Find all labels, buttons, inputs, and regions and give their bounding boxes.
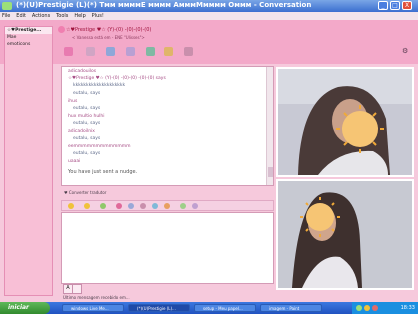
sidebar-item-emoticons[interactable]: emoticons	[5, 41, 52, 48]
message-compose-input[interactable]	[61, 212, 274, 284]
ink-icon[interactable]	[164, 203, 170, 209]
taskbar-item[interactable]: imagem - Paint	[260, 304, 322, 312]
tray-icon[interactable]	[364, 305, 370, 311]
minimize-button[interactable]: _	[378, 1, 388, 10]
font-icon[interactable]	[140, 203, 146, 209]
nudge-icon[interactable]	[116, 203, 122, 209]
emoticon-icon[interactable]	[68, 203, 74, 209]
log-line: uaaai	[68, 159, 81, 164]
games-icon[interactable]	[164, 47, 173, 56]
send-files-icon[interactable]	[86, 47, 95, 56]
log-line: eutalu, says	[73, 136, 101, 141]
log-line: eutalu, says	[73, 151, 101, 156]
contact-personal-message: < Vanessa está em - ENE "Ulisses">	[72, 35, 145, 40]
menu-plus[interactable]: Plus!	[90, 12, 106, 20]
tray-icon[interactable]	[372, 305, 378, 311]
log-line: ihus	[68, 99, 78, 104]
sidebar-item-prestige[interactable]: ☆♥Prestige...	[5, 27, 52, 34]
maximize-button[interactable]: □	[390, 1, 400, 10]
menu-actions[interactable]: Actions	[30, 12, 52, 20]
translator-label[interactable]: ♥ Converter tradutor	[64, 190, 106, 195]
log-line: adicadoilnix	[68, 129, 95, 134]
local-webcam-view	[276, 179, 414, 290]
menu-tools[interactable]: Tools	[54, 12, 70, 20]
menu-edit[interactable]: Edit	[14, 12, 28, 20]
log-line: eutalu, says	[73, 91, 101, 96]
last-message-status: Último mensagem recebido em...	[63, 295, 130, 300]
log-line: ☆♥Prestige ♥☆ (Y)-(0) -(0)-(0) -(0)-(0) …	[68, 76, 166, 81]
remote-webcam-view	[276, 67, 414, 177]
wink-icon[interactable]	[84, 203, 90, 209]
log-line: eemmmmmmmmmmmmm	[68, 144, 131, 149]
menu-help[interactable]: Help	[72, 12, 87, 20]
window-title: (*)(U)Prestigie (L)(*) Tᴍᴍ ᴍᴍᴍᴍE ᴍᴍᴍᴍ Aᴍ…	[16, 1, 312, 9]
menu-file[interactable]: File	[0, 12, 12, 20]
log-line: adicadouilos	[68, 69, 97, 74]
title-bar[interactable]: (*)(U)Prestigie (L)(*) Tᴍᴍ ᴍᴍᴍᴍE ᴍᴍᴍᴍ Aᴍ…	[0, 0, 418, 12]
voice-call-icon[interactable]	[126, 47, 135, 56]
settings-gear-icon[interactable]: ⚙	[402, 47, 408, 55]
log-line: eutalu, says	[73, 106, 101, 111]
system-tray: 18:33	[352, 302, 418, 314]
more-options-icon[interactable]	[192, 203, 198, 209]
webcam-image-local	[278, 181, 412, 288]
close-button[interactable]: X	[402, 1, 412, 10]
invite-contact-icon[interactable]	[64, 47, 73, 56]
menu-bar: File Edit Actions Tools Help Plus!	[0, 12, 418, 20]
handwriting-icon[interactable]	[180, 203, 186, 209]
log-line: eutalu, says	[73, 121, 101, 126]
webcam-image-remote	[278, 69, 412, 175]
sidebar-item-mae[interactable]: Mae	[5, 34, 52, 41]
taskbar-item[interactable]: windows Live Me...	[62, 304, 124, 312]
taskbar-item[interactable]: setup - Meu papel...	[194, 304, 256, 312]
log-line: kkkkkkkkkkkkkkkkkkkk	[73, 83, 126, 88]
handwriting-mode-button[interactable]	[72, 284, 82, 294]
start-button[interactable]: iniciar	[0, 302, 50, 314]
activities-icon[interactable]	[146, 47, 155, 56]
scrollbar-thumb[interactable]	[268, 167, 273, 177]
conversation-header: ☆♥Prestige ♥☆ (Y)-(0) -(0)-(0)-(0) < Van…	[58, 26, 416, 44]
contact-sidebar: ☆♥Prestige... Mae emoticons	[4, 26, 53, 296]
messenger-app-icon	[2, 2, 12, 10]
taskbar-item[interactable]: (*)(U)Prestigie (L)...	[128, 304, 190, 312]
contact-status-icon	[58, 26, 65, 33]
tray-icon[interactable]	[356, 305, 362, 311]
formatting-toolbar	[61, 200, 274, 211]
voice-clip-icon[interactable]	[100, 203, 106, 209]
clock: 18:33	[400, 305, 415, 311]
conversation-toolbar: ⚙	[58, 45, 416, 59]
picture-icon[interactable]	[152, 203, 158, 209]
log-scrollbar[interactable]	[266, 67, 273, 185]
conversation-log[interactable]: adicadouilos ☆♥Prestige ♥☆ (Y)-(0) -(0)-…	[61, 66, 274, 186]
log-line: hux multio hulhi	[68, 114, 105, 119]
background-icon[interactable]	[128, 203, 134, 209]
block-contact-icon[interactable]	[184, 47, 193, 56]
nudge-notice: You have just sent a nudge.	[68, 169, 138, 175]
video-call-icon[interactable]	[106, 47, 115, 56]
contact-name: ☆♥Prestige ♥☆ (Y)-(0) -(0)-(0)-(0)	[66, 27, 152, 33]
